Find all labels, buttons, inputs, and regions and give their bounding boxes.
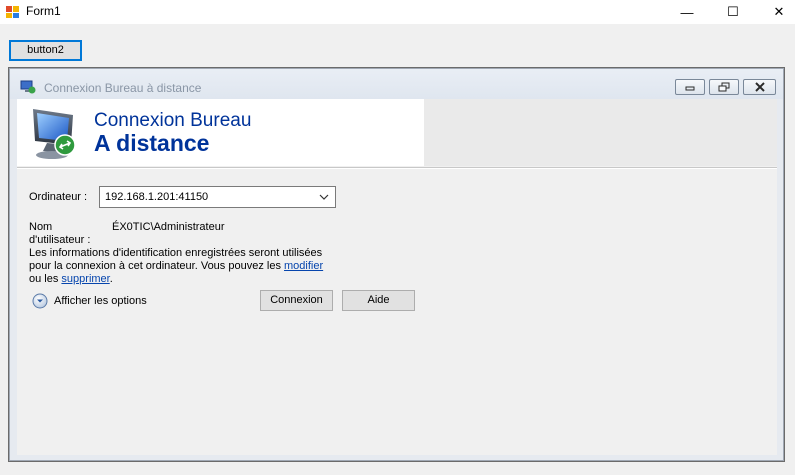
close-icon xyxy=(754,82,765,92)
restore-icon xyxy=(718,82,730,92)
minimize-icon: — xyxy=(680,4,694,20)
username-label-line1: Nom xyxy=(29,221,53,233)
computer-label: Ordinateur : xyxy=(29,191,88,203)
chevron-down-circle-icon[interactable] xyxy=(32,293,48,309)
minimize-icon xyxy=(685,86,695,91)
banner-filler xyxy=(424,99,777,166)
button2[interactable]: button2 xyxy=(9,40,82,61)
modify-link[interactable]: modifier xyxy=(284,260,323,272)
help-button[interactable]: Aide xyxy=(342,290,415,311)
remote-desktop-icon xyxy=(33,109,76,159)
connect-button[interactable]: Connexion xyxy=(260,290,333,311)
computer-combobox[interactable]: 192.168.1.201:41150 xyxy=(99,186,336,208)
banner-subtitle: A distance xyxy=(94,130,210,156)
delete-link[interactable]: supprimer xyxy=(61,273,109,285)
rdp-title: Connexion Bureau à distance xyxy=(44,81,202,95)
rdp-banner: Connexion Bureau A distance xyxy=(17,99,424,166)
maximize-icon: ☐ xyxy=(727,4,739,19)
minimize-button[interactable]: — xyxy=(664,0,710,24)
rdp-close-button[interactable] xyxy=(743,79,776,95)
remote-desktop-small-icon xyxy=(20,80,36,94)
credentials-info: Les informations d'identification enregi… xyxy=(29,247,329,286)
banner-separator xyxy=(17,167,777,169)
show-options-label[interactable]: Afficher les options xyxy=(54,295,147,307)
window-titlebar[interactable]: Form1 — ☐ ✕ xyxy=(0,0,795,24)
rdp-titlebar[interactable]: Connexion Bureau à distance xyxy=(10,69,783,99)
rdp-body: Connexion Bureau A distance Ordinateur :… xyxy=(17,99,777,455)
form-icon xyxy=(6,6,19,18)
rdp-minimize-button[interactable] xyxy=(675,79,705,95)
close-icon: ✕ xyxy=(773,4,785,19)
banner-title: Connexion Bureau xyxy=(94,110,252,131)
info-text-1: Les informations d'identification enregi… xyxy=(29,247,323,272)
rdp-window: Connexion Bureau à distance Connexion Bu… xyxy=(9,68,784,461)
close-button[interactable]: ✕ xyxy=(756,0,795,24)
maximize-button[interactable]: ☐ xyxy=(710,0,756,24)
username-value: ÉX0TIC\Administrateur xyxy=(112,221,225,233)
computer-value: 192.168.1.201:41150 xyxy=(105,191,209,203)
info-text-2: ou les xyxy=(29,273,62,285)
info-text-3: . xyxy=(109,273,113,285)
window-title: Form1 xyxy=(26,4,61,18)
username-label-line2: d'utilisateur : xyxy=(29,234,91,246)
chevron-down-icon[interactable] xyxy=(318,191,330,203)
rdp-restore-button[interactable] xyxy=(709,79,739,95)
